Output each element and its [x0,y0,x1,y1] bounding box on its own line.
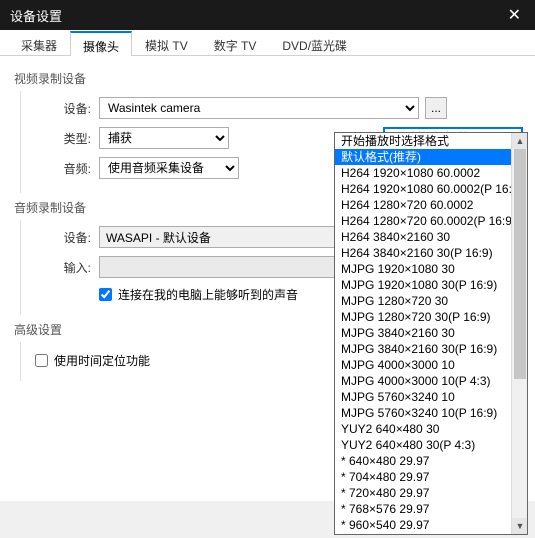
audio-device-label: 设备: [31,229,91,246]
format-option[interactable]: MJPG 1280×720 30(P 16:9) [335,309,527,325]
format-option[interactable]: H264 1280×720 60.0002(P 16:9) [335,213,527,229]
tab-capture[interactable]: 采集器 [8,31,70,56]
video-audio-label: 音频: [31,160,91,177]
scroll-up-icon[interactable]: ▲ [512,133,528,149]
close-icon[interactable]: ✕ [504,5,525,25]
video-section-header: 视频录制设备 [14,70,523,87]
format-option[interactable]: * 720×480 29.97 [335,485,527,501]
window-title: 设备设置 [10,6,62,25]
video-type-select[interactable]: 捕获 [99,127,229,149]
format-option[interactable]: * 960×540 29.97 [335,517,527,533]
tabbar: 采集器 摄像头 模拟 TV 数字 TV DVD/蓝光碟 [0,30,535,56]
format-option[interactable]: H264 1280×720 60.0002 [335,197,527,213]
format-option[interactable]: * 640×480 29.97 [335,453,527,469]
audio-input-label: 输入: [31,259,91,276]
format-option[interactable]: MJPG 4000×3000 10(P 4:3) [335,373,527,389]
format-option[interactable]: MJPG 1920×1080 30(P 16:9) [335,277,527,293]
format-option[interactable]: MJPG 1280×720 30 [335,293,527,309]
format-option[interactable]: MJPG 1920×1080 30 [335,261,527,277]
format-option[interactable]: H264 1920×1080 60.0002 [335,165,527,181]
tab-digital-tv[interactable]: 数字 TV [201,31,270,56]
format-option[interactable]: MJPG 4000×3000 10 [335,357,527,373]
scroll-down-icon[interactable]: ▼ [512,518,528,534]
scroll-thumb[interactable] [514,149,526,379]
format-option[interactable]: MJPG 3840×2160 30(P 16:9) [335,341,527,357]
format-option[interactable]: H264 3840×2160 30 [335,229,527,245]
format-option[interactable]: YUY2 640×480 30(P 4:3) [335,437,527,453]
format-dropdown-list[interactable]: 开始播放时选择格式默认格式(推荐)H264 1920×1080 60.0002H… [334,132,528,535]
titlebar: 设备设置 ✕ [0,0,535,30]
audio-monitor-label: 连接在我的电脑上能够听到的声音 [118,286,298,303]
video-device-label: 设备: [31,100,91,117]
audio-monitor-checkbox[interactable] [99,288,112,301]
tab-dvd[interactable]: DVD/蓝光碟 [269,31,360,56]
format-option[interactable]: 默认格式(推荐) [335,149,527,165]
time-pos-checkbox[interactable] [35,354,48,367]
format-option[interactable]: H264 1920×1080 60.0002(P 16:9) [335,181,527,197]
time-pos-label: 使用时间定位功能 [54,352,150,369]
audio-device-value: WASAPI - 默认设备 [106,229,211,246]
tab-analog-tv[interactable]: 模拟 TV [132,31,201,56]
format-option[interactable]: YUY2 640×480 30 [335,421,527,437]
video-device-config-button[interactable]: ... [425,97,447,119]
dropdown-scrollbar[interactable]: ▲ ▼ [511,133,527,534]
format-option[interactable]: MJPG 5760×3240 10(P 16:9) [335,405,527,421]
format-option[interactable]: 开始播放时选择格式 [335,133,527,149]
video-device-select[interactable]: Wasintek camera [99,97,419,119]
video-audio-select[interactable]: 使用音频采集设备 [99,157,239,179]
format-option[interactable]: MJPG 5760×3240 10 [335,389,527,405]
format-option[interactable]: * 1280×720 29.97 [335,533,527,535]
format-option[interactable]: H264 3840×2160 30(P 16:9) [335,245,527,261]
format-option[interactable]: * 704×480 29.97 [335,469,527,485]
video-type-label: 类型: [31,130,91,147]
tab-camera[interactable]: 摄像头 [70,31,132,56]
format-option[interactable]: * 768×576 29.97 [335,501,527,517]
format-option[interactable]: MJPG 3840×2160 30 [335,325,527,341]
